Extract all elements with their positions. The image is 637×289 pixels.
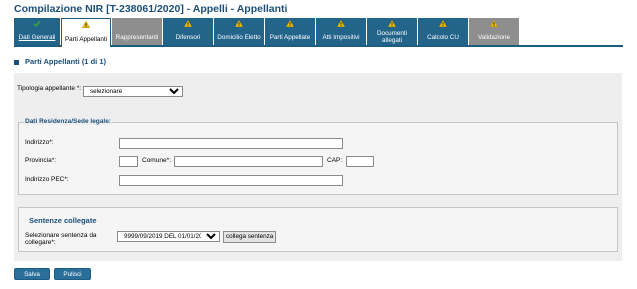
sentenze-fieldset (18, 207, 618, 252)
save-button[interactable]: Salva (14, 268, 50, 280)
tipologia-label: Tipologia appellante *: (17, 85, 82, 92)
tab-documenti-allegati[interactable]: Documenti allegati (367, 18, 417, 45)
tab-dati-generali[interactable]: Dati Generali (14, 18, 60, 45)
warning-icon (184, 20, 192, 27)
tab-label: Parti Appellanti (64, 36, 107, 43)
warning-icon (439, 20, 447, 27)
collega-sentenza-button[interactable]: collega sentenza (223, 231, 277, 243)
section-title: Parti Appellanti (1 di 1) (25, 57, 106, 66)
tab-parti-appellanti[interactable]: Parti Appellanti (61, 18, 111, 47)
tab-label: Domicilio Eletto (217, 34, 261, 41)
tab-label: Calcolo CU (427, 34, 459, 41)
warning-icon (388, 20, 396, 27)
clear-button[interactable]: Pulisci (54, 268, 91, 280)
tab-parti-appellate[interactable]: Parti Appellate (265, 18, 315, 45)
section-heading: Parti Appellanti (1 di 1) (14, 57, 106, 66)
tab-label: Parti Appellate (269, 34, 311, 41)
sentenza-select-label-2: collegare*: (25, 239, 56, 246)
tab-label: Validazione (477, 34, 511, 41)
warning-icon (490, 20, 498, 27)
tab-bar: Dati Generali Parti Appellanti Rappresen… (14, 18, 623, 47)
tab-label: Rappresentanti (115, 34, 159, 41)
residenza-legend: Dati Residenza/Sede legale: (24, 118, 112, 125)
pec-label: Indirizzo PEC*: (25, 176, 69, 183)
provincia-input[interactable] (119, 156, 138, 167)
tab-difensori[interactable]: Difensori (163, 18, 213, 45)
indirizzo-input[interactable] (119, 138, 343, 149)
warning-icon (235, 20, 243, 27)
warning-icon (337, 20, 345, 27)
tab-label: Documenti allegati (376, 30, 408, 44)
check-icon (33, 20, 41, 27)
page-title: Compilazione NIR [T-238061/2020] - Appel… (14, 3, 288, 15)
warning-icon (82, 21, 90, 28)
tab-atti-impositivi[interactable]: Atti Impositivi (316, 18, 366, 45)
form-panel: Tipologia appellante *: selezionare Dati… (14, 73, 622, 261)
square-bullet-icon (14, 59, 19, 65)
provincia-label: Provincia*: (25, 157, 57, 164)
cap-input[interactable] (346, 156, 374, 167)
cap-label: CAP: (327, 157, 343, 164)
tab-label: Atti Impositivi (322, 34, 360, 41)
sentenze-title: Sentenze collegate (29, 216, 97, 225)
comune-input[interactable] (174, 156, 323, 167)
tab-validazione[interactable]: Validazione (469, 18, 519, 45)
sentenza-select[interactable]: 9999/09/2019 DEL 01/01/2019 (117, 231, 220, 242)
sentenza-select-label-1: Selezionare sentenza da (25, 232, 97, 239)
tipologia-select[interactable]: selezionare (83, 86, 183, 97)
warning-icon (286, 20, 294, 27)
tab-label: Difensori (175, 34, 201, 41)
tab-calcolo-cu[interactable]: Calcolo CU (418, 18, 468, 45)
indirizzo-label: Indirizzo*: (25, 139, 54, 146)
tab-rappresentanti[interactable]: Rappresentanti (112, 18, 162, 45)
tab-label: Dati Generali (18, 34, 56, 41)
tab-domicilio-eletto[interactable]: Domicilio Eletto (214, 18, 264, 45)
pec-input[interactable] (119, 175, 343, 186)
comune-label: Comune*: (142, 157, 171, 164)
